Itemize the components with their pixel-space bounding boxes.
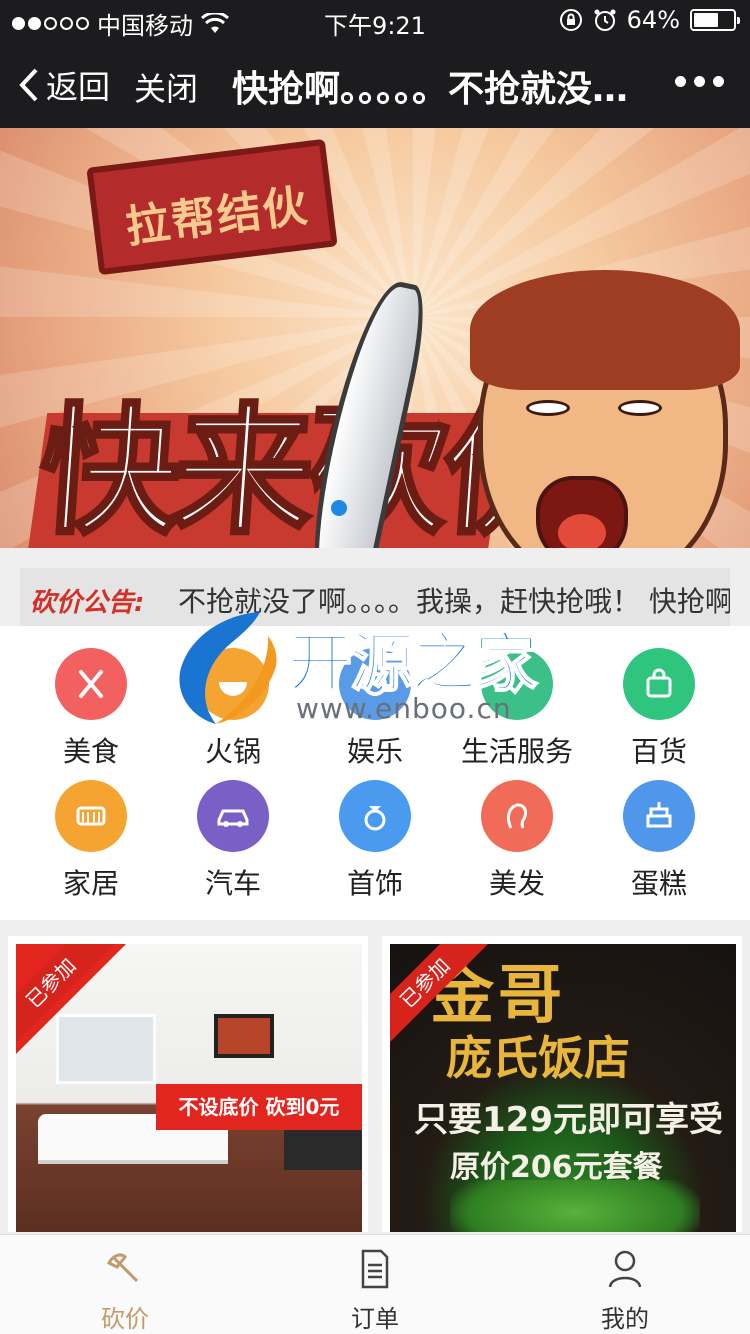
tab-label: 我的 bbox=[601, 1305, 649, 1333]
tab-orders[interactable]: 订单 bbox=[250, 1247, 500, 1334]
deal-list: 已参加 不设底价 砍到0元 已参加 金哥 庞氏饭店 只要129元即可享受 原价2… bbox=[0, 936, 750, 1236]
room-cabinet bbox=[284, 1126, 362, 1170]
deal-promo-text: 不设底价 砍到0元 bbox=[156, 1084, 362, 1130]
banner-tag: 拉帮结伙 bbox=[122, 180, 312, 254]
nav-bar: 返回 关闭 快抢啊。。。。。不抢就没了啊 bbox=[0, 40, 750, 128]
category-department-store[interactable]: 百货 bbox=[588, 648, 730, 770]
battery-icon bbox=[690, 9, 740, 31]
tab-label: 砍价 bbox=[101, 1305, 149, 1333]
watermark-title: 开源之家 bbox=[287, 626, 539, 702]
user-icon bbox=[608, 1250, 642, 1288]
deal-card-restaurant[interactable]: 已参加 金哥 庞氏饭店 只要129元即可享受 原价206元套餐 bbox=[382, 936, 742, 1232]
category-cake[interactable]: 蛋糕 bbox=[588, 780, 730, 902]
chevron-left-icon bbox=[19, 68, 38, 102]
category-label: 蛋糕 bbox=[630, 867, 687, 900]
bottom-tab-bar: 砍价 订单 我的 bbox=[0, 1234, 750, 1334]
deal-image: 已参加 不设底价 砍到0元 bbox=[16, 944, 362, 1232]
character-right-eye bbox=[618, 400, 662, 416]
restaurant-offer: 只要129元即可享受 bbox=[414, 1100, 723, 1140]
room-window bbox=[56, 1014, 156, 1084]
category-label: 百货 bbox=[630, 735, 687, 768]
page: 中国移动 下午9:21 64% 返回 关闭 快抢啊。。。。。不抢就没了啊 拉帮结… bbox=[0, 0, 750, 1334]
site-watermark: 开源之家 www.enboo.cn bbox=[172, 606, 582, 730]
back-label: 返回 bbox=[46, 68, 111, 106]
cake-icon bbox=[623, 780, 695, 852]
category-label: 家居 bbox=[62, 867, 119, 900]
alarm-icon bbox=[594, 9, 616, 31]
dish-image bbox=[450, 1180, 700, 1232]
page-title: 快抢啊。。。。。不抢就没了啊 bbox=[232, 69, 652, 110]
category-label: 美食 bbox=[62, 735, 119, 768]
jewelry-icon bbox=[339, 780, 411, 852]
axe-icon bbox=[106, 1253, 139, 1283]
category-label: 娱乐 bbox=[346, 735, 403, 768]
tab-bargain[interactable]: 砍价 bbox=[0, 1247, 250, 1334]
category-label: 火锅 bbox=[204, 735, 261, 768]
deal-image: 已参加 金哥 庞氏饭店 只要129元即可享受 原价206元套餐 bbox=[390, 944, 736, 1232]
shopping-bag-icon bbox=[623, 648, 695, 720]
character-mouth bbox=[536, 476, 628, 548]
category-food[interactable]: 美食 bbox=[20, 648, 162, 770]
category-label: 首饰 bbox=[346, 867, 403, 900]
category-label: 美发 bbox=[488, 867, 545, 900]
close-button[interactable]: 关闭 bbox=[134, 64, 198, 110]
car-icon bbox=[197, 780, 269, 852]
back-button[interactable]: 返回 bbox=[18, 62, 110, 108]
status-bar: 中国移动 下午9:21 64% bbox=[0, 0, 750, 40]
order-icon bbox=[361, 1249, 389, 1289]
battery-percent: 64% bbox=[626, 6, 680, 34]
character-left-eye bbox=[526, 400, 570, 416]
watermark-logo bbox=[179, 612, 277, 724]
carousel-indicator[interactable] bbox=[331, 500, 347, 516]
home-icon bbox=[55, 780, 127, 852]
hair-icon bbox=[481, 780, 553, 852]
food-icon bbox=[55, 648, 127, 720]
room-tv bbox=[214, 1014, 274, 1058]
announcement-label: 砍价公告: bbox=[30, 588, 145, 618]
restaurant-name: 庞氏饭店 bbox=[446, 1031, 630, 1085]
category-label: 汽车 bbox=[204, 867, 261, 900]
promo-banner[interactable]: 拉帮结伙 快来砍价 bbox=[0, 128, 750, 548]
watermark-url: www.enboo.cn bbox=[296, 692, 512, 725]
deal-card-furniture[interactable]: 已参加 不设底价 砍到0元 bbox=[8, 936, 368, 1232]
tab-profile[interactable]: 我的 bbox=[500, 1247, 750, 1334]
category-car[interactable]: 汽车 bbox=[162, 780, 304, 902]
category-hair[interactable]: 美发 bbox=[446, 780, 588, 902]
category-home[interactable]: 家居 bbox=[20, 780, 162, 902]
character-hair bbox=[470, 270, 740, 390]
battery-fill bbox=[694, 13, 718, 27]
category-label: 生活服务 bbox=[460, 735, 573, 768]
more-options-button[interactable] bbox=[675, 76, 724, 87]
tab-label: 订单 bbox=[351, 1305, 399, 1333]
category-jewelry[interactable]: 首饰 bbox=[304, 780, 446, 902]
rotation-lock-icon bbox=[559, 9, 582, 31]
